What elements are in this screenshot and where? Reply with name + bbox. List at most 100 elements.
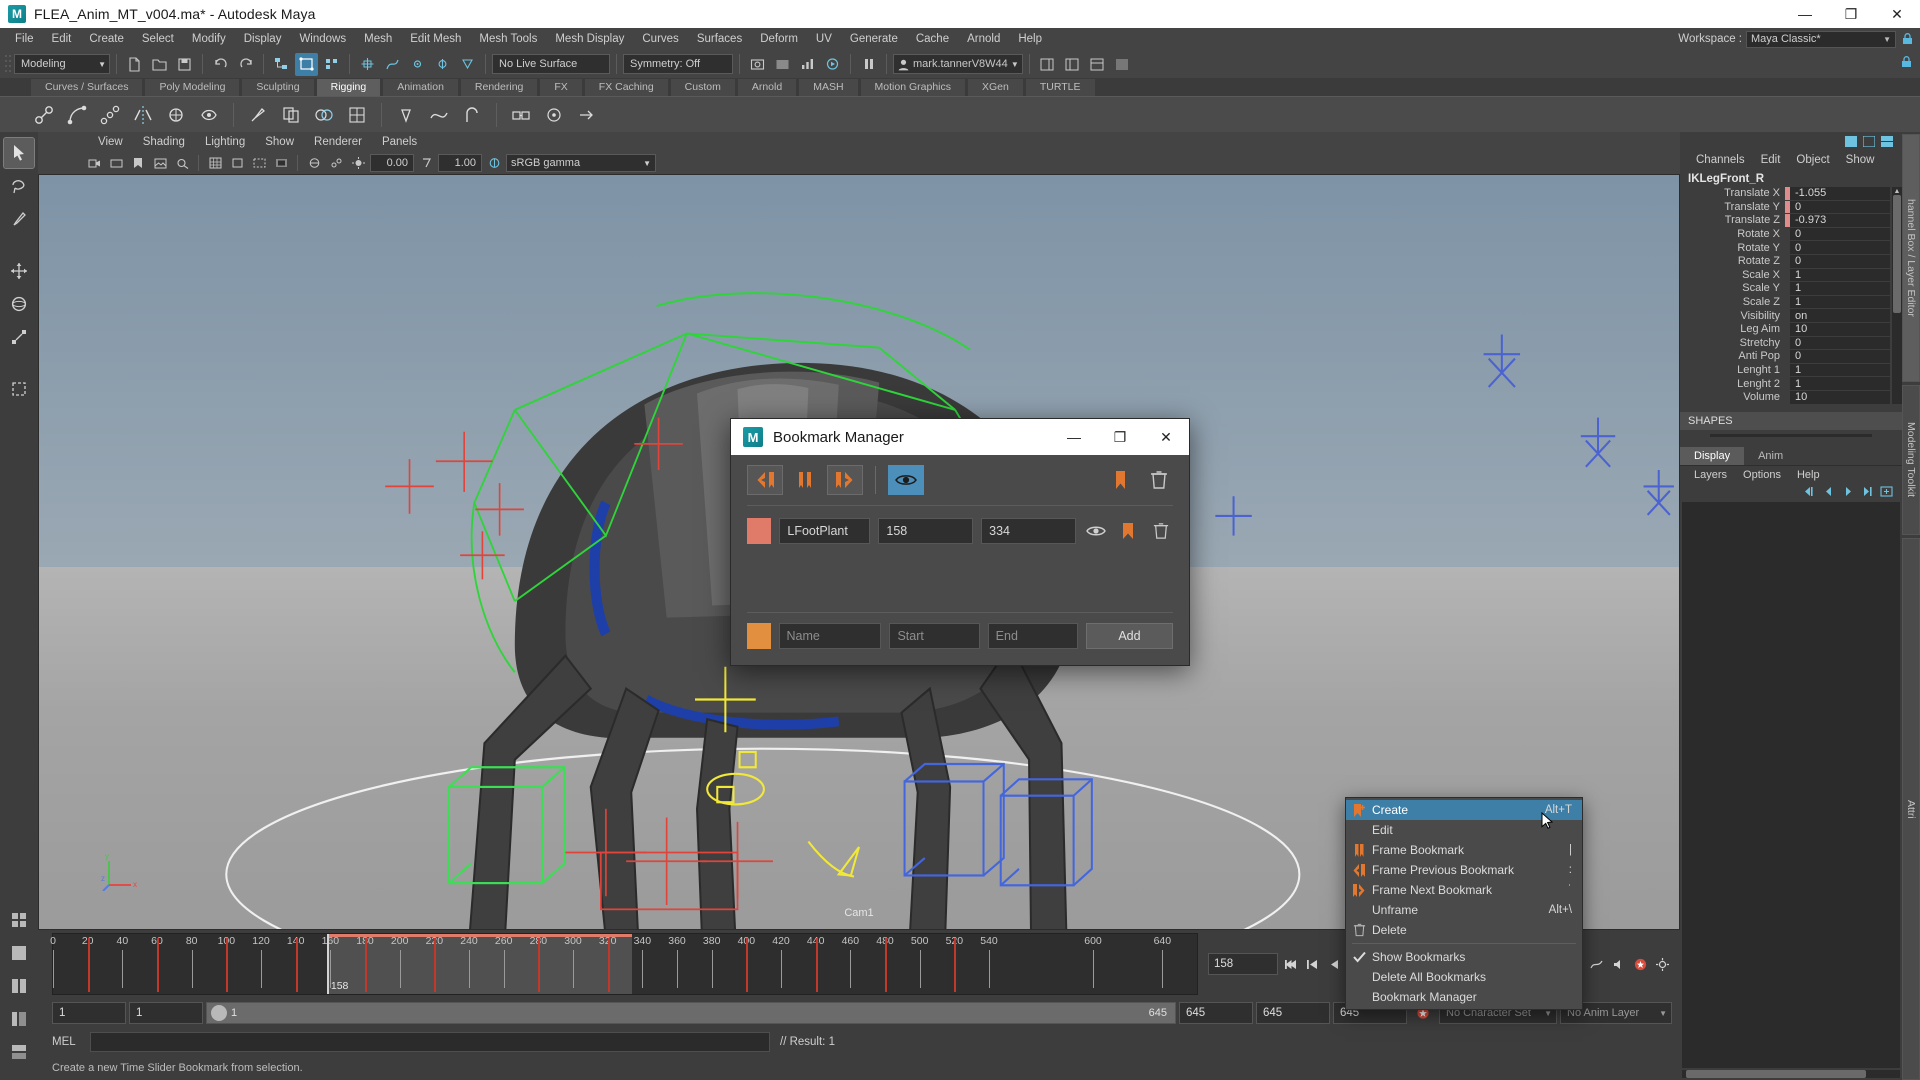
- bookmark-name-input[interactable]: LFootPlant: [779, 518, 871, 544]
- panel-menu-show[interactable]: Show: [255, 132, 304, 152]
- frame-bookmark-button[interactable]: [791, 465, 819, 495]
- menu-item-help[interactable]: Help: [1009, 28, 1051, 50]
- color-space-dropdown[interactable]: sRGB gamma ▼: [506, 154, 656, 172]
- context-menu-item-frame-previous-bookmark[interactable]: Frame Previous Bookmark:: [1346, 860, 1582, 880]
- lock-right-icon[interactable]: [1901, 55, 1920, 73]
- context-menu-item-show-bookmarks[interactable]: Show Bookmarks: [1346, 947, 1582, 967]
- smooth-bind-icon[interactable]: [195, 101, 223, 129]
- context-menu-item-delete-all-bookmarks[interactable]: Delete All Bookmarks: [1346, 967, 1582, 987]
- snap-to-view-planes-icon[interactable]: [456, 53, 479, 76]
- layer-menu-options[interactable]: Options: [1735, 469, 1789, 481]
- menu-item-edit-mesh[interactable]: Edit Mesh: [401, 28, 470, 50]
- menu-item-select[interactable]: Select: [133, 28, 183, 50]
- channel-name[interactable]: Scale Y: [1680, 282, 1785, 294]
- keyframe-marker[interactable]: [87, 938, 90, 992]
- create-ik-handle-icon[interactable]: [63, 101, 91, 129]
- channelbox-menu-channels[interactable]: Channels: [1688, 154, 1753, 166]
- resolution-gate-icon[interactable]: [249, 154, 269, 173]
- keyframe-marker[interactable]: [607, 938, 610, 992]
- keyframe-marker[interactable]: [157, 938, 159, 992]
- channel-name[interactable]: Scale X: [1680, 269, 1785, 281]
- bookmark-delete-icon[interactable]: [1149, 518, 1173, 544]
- redo-icon[interactable]: [234, 53, 257, 76]
- menu-item-uv[interactable]: UV: [807, 28, 841, 50]
- scrollbar-track[interactable]: [1682, 1070, 1900, 1078]
- shelf-tab-curves-surfaces[interactable]: Curves / Surfaces: [30, 78, 144, 96]
- panel-menu-view[interactable]: View: [88, 132, 133, 152]
- insert-joint-icon[interactable]: [96, 101, 124, 129]
- channelbox-menu-show[interactable]: Show: [1838, 154, 1883, 166]
- symmetry-field[interactable]: Symmetry: Off: [623, 54, 733, 74]
- show-hide-attribute-editor-icon[interactable]: [1061, 53, 1084, 76]
- shelf-tab-rendering[interactable]: Rendering: [459, 78, 539, 96]
- cluster-icon[interactable]: [392, 101, 420, 129]
- channel-name[interactable]: Translate X: [1680, 187, 1785, 199]
- channel-value[interactable]: 0: [1790, 254, 1890, 268]
- right-tab-2[interactable]: Attri: [1902, 538, 1920, 1080]
- auto-key-icon[interactable]: [1630, 953, 1650, 975]
- time-slider-playhead[interactable]: [326, 934, 329, 994]
- four-view-layout-icon[interactable]: [4, 905, 34, 935]
- channel-row[interactable]: Stretchy 0: [1680, 336, 1890, 350]
- frame-previous-bookmark-button[interactable]: [747, 465, 783, 495]
- context-menu-item-frame-bookmark[interactable]: Frame Bookmark |: [1346, 840, 1582, 860]
- exposure-icon[interactable]: [348, 154, 368, 173]
- select-by-component-icon[interactable]: [320, 53, 343, 76]
- channel-value[interactable]: 10: [1790, 390, 1890, 404]
- menu-item-curves[interactable]: Curves: [633, 28, 687, 50]
- new-bookmark-color-swatch[interactable]: [747, 623, 771, 649]
- context-menu-item-delete[interactable]: Delete: [1346, 920, 1582, 940]
- image-plane-icon[interactable]: [150, 154, 170, 173]
- new-bookmark-start-input[interactable]: Start: [889, 623, 980, 649]
- dialog-close-button[interactable]: ✕: [1143, 419, 1189, 455]
- shelf-tab-mash[interactable]: MASH: [798, 78, 859, 96]
- undo-icon[interactable]: [209, 53, 232, 76]
- channel-value[interactable]: 1: [1790, 268, 1890, 282]
- channel-name[interactable]: Translate Y: [1680, 201, 1785, 213]
- add-bookmark-button[interactable]: Add: [1085, 623, 1173, 649]
- keyframe-marker[interactable]: [434, 938, 437, 992]
- menu-item-mesh-display[interactable]: Mesh Display: [546, 28, 633, 50]
- new-scene-icon[interactable]: [123, 53, 146, 76]
- channel-row[interactable]: Lenght 1 1: [1680, 363, 1890, 377]
- paint-skin-weights-icon[interactable]: [244, 101, 272, 129]
- channel-row[interactable]: Scale Y 1: [1680, 282, 1890, 295]
- last-tool-used-icon[interactable]: [4, 374, 34, 404]
- scrollbar-thumb[interactable]: [1893, 195, 1901, 313]
- move-tool-icon[interactable]: [4, 256, 34, 286]
- channel-value[interactable]: 0: [1790, 350, 1890, 363]
- channel-row[interactable]: Leg Aim 10: [1680, 322, 1890, 336]
- keyframe-marker[interactable]: [746, 938, 749, 992]
- grid-toggle-icon[interactable]: [205, 154, 225, 173]
- menu-item-deform[interactable]: Deform: [751, 28, 807, 50]
- lasso-tool-icon[interactable]: [4, 171, 34, 201]
- menu-item-mesh[interactable]: Mesh: [355, 28, 401, 50]
- menu-item-cache[interactable]: Cache: [907, 28, 958, 50]
- channel-value[interactable]: -1.055: [1790, 187, 1890, 200]
- menu-item-windows[interactable]: Windows: [290, 28, 355, 50]
- channel-name[interactable]: Rotate X: [1680, 228, 1785, 240]
- ipr-render-icon[interactable]: [771, 53, 794, 76]
- workspace-dropdown[interactable]: Maya Classic* ▼: [1746, 30, 1896, 48]
- go-to-start-icon[interactable]: [1280, 953, 1300, 975]
- blend-shape-icon[interactable]: [310, 101, 338, 129]
- range-start-field[interactable]: 1: [52, 1002, 126, 1024]
- playback-end-field[interactable]: 645: [1179, 1002, 1253, 1024]
- shelf-tab-custom[interactable]: Custom: [669, 78, 736, 96]
- camera-attributes-icon[interactable]: [106, 154, 126, 173]
- menu-item-display[interactable]: Display: [235, 28, 291, 50]
- panel-menu-shading[interactable]: Shading: [133, 132, 195, 152]
- layer-tab-anim[interactable]: Anim: [1744, 446, 1798, 465]
- channel-row[interactable]: Scale X 1: [1680, 268, 1890, 282]
- channel-row[interactable]: Translate Z -0.973: [1680, 214, 1890, 227]
- pause-icon[interactable]: [857, 53, 880, 76]
- menu-item-create[interactable]: Create: [80, 28, 133, 50]
- orient-joint-icon[interactable]: [162, 101, 190, 129]
- snap-to-grid-icon[interactable]: [356, 53, 379, 76]
- shelf-tab-fx[interactable]: FX: [539, 78, 583, 96]
- mirror-joint-icon[interactable]: [129, 101, 157, 129]
- create-new-layer-icon[interactable]: [1878, 485, 1894, 499]
- keyframe-marker[interactable]: [815, 938, 818, 992]
- channel-name[interactable]: Scale Z: [1680, 296, 1785, 308]
- snap-to-point-icon[interactable]: [406, 53, 429, 76]
